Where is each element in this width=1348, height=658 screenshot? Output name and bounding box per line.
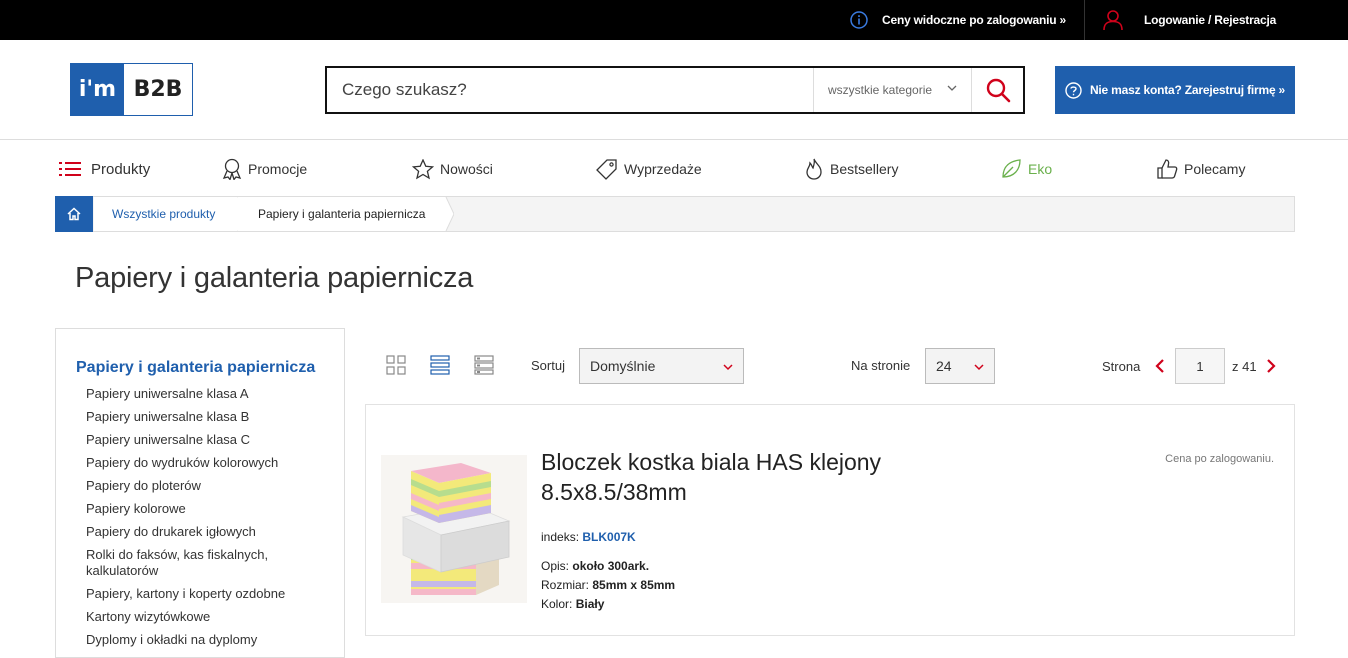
breadcrumb-home[interactable]	[55, 196, 93, 232]
nav-polecamy[interactable]: Polecamy	[1156, 150, 1245, 188]
page-label: Strona	[1102, 359, 1141, 374]
rozmiar-label: Rozmiar:	[541, 578, 590, 592]
sort-label: Sortuj	[531, 358, 565, 373]
logo-right: B2B	[133, 77, 183, 102]
chevron-down-icon	[723, 364, 733, 371]
leaf-icon	[1002, 159, 1021, 178]
login-register-link[interactable]: Logowanie / Rejestracja	[1102, 0, 1276, 40]
product-title[interactable]: Bloczek kostka biala HAS klejony 8.5x8.5…	[541, 447, 961, 507]
listing-toolbar: Sortuj Domyślnie Na stronie 24 Strona 1 …	[365, 348, 1295, 384]
index-code[interactable]: BLK007K	[582, 530, 635, 544]
opis-label: Opis:	[541, 559, 570, 573]
per-page-select[interactable]: 24	[925, 348, 995, 384]
category-select[interactable]: wszystkie kategorie	[813, 68, 971, 112]
thumbs-up-icon	[1157, 159, 1178, 179]
search-button[interactable]	[971, 68, 1023, 112]
breadcrumb-separator	[440, 197, 454, 231]
detail-list-view-icon[interactable]	[474, 355, 494, 375]
nav-nowosci[interactable]: Nowości	[412, 150, 493, 188]
product-rozmiar: Rozmiar: 85mm x 85mm	[541, 578, 675, 592]
sidebar-heading[interactable]: Papiery i galanteria papiernicza	[76, 359, 315, 377]
prices-note-text: Ceny widoczne po zalogowaniu »	[882, 13, 1067, 27]
kolor-label: Kolor:	[541, 597, 573, 611]
sort-select[interactable]: Domyślnie	[579, 348, 744, 384]
sidebar-list: Papiery uniwersalne klasa A Papiery uniw…	[86, 386, 326, 655]
category-select-value: wszystkie kategorie	[828, 83, 933, 97]
sidebar-item[interactable]: Kartony wizytówkowe	[86, 609, 326, 625]
nav-bestsellery[interactable]: Bestsellery	[804, 150, 898, 188]
sidebar-item[interactable]: Papiery uniwersalne klasa C	[86, 432, 326, 448]
rozmiar-value: 85mm x 85mm	[592, 578, 676, 592]
chevron-down-icon	[947, 85, 957, 91]
category-sidebar: Papiery i galanteria papiernicza Papiery…	[55, 328, 345, 658]
register-company-text: Nie masz konta? Zarejestruj firmę »	[1089, 83, 1286, 97]
sidebar-item[interactable]: Papiery, kartony i koperty ozdobne	[86, 586, 326, 602]
nav-wyprzedaze[interactable]: Wyprzedaże	[596, 150, 702, 188]
star-icon	[412, 158, 434, 179]
nav-eko-label: Eko	[1028, 161, 1053, 177]
page-title: Papiery i galanteria papiernicza	[75, 262, 474, 294]
breadcrumb-all-products[interactable]: Wszystkie produkty	[94, 197, 238, 231]
sidebar-item[interactable]: Papiery kolorowe	[86, 501, 326, 517]
price-note: Cena po zalogowaniu.	[1165, 453, 1274, 465]
register-company-button[interactable]: Nie masz konta? Zarejestruj firmę »	[1055, 66, 1295, 114]
logo[interactable]: i'm B2B	[70, 63, 193, 116]
search-icon	[986, 78, 1010, 103]
breadcrumb: Wszystkie produkty Papiery i galanteria …	[55, 196, 1295, 232]
question-icon	[1065, 81, 1082, 99]
logo-left: i'm	[71, 64, 124, 115]
main-nav: Produkty Promocje Nowości Wyprzedaże Bes…	[55, 150, 1295, 188]
prices-note-link[interactable]: Ceny widoczne po zalogowaniu »	[850, 0, 1066, 40]
nav-bestsellery-label: Bestsellery	[830, 161, 899, 177]
product-index: indeks: BLK007K	[541, 530, 636, 544]
next-page-icon[interactable]	[1264, 358, 1278, 374]
nav-polecamy-label: Polecamy	[1184, 161, 1246, 177]
index-label: indeks:	[541, 530, 580, 544]
page-number-value: 1	[1196, 358, 1204, 374]
sidebar-item[interactable]: Rolki do faksów, kas fiskalnych, kalkula…	[86, 547, 286, 579]
info-icon	[850, 11, 868, 29]
nav-eko[interactable]: Eko	[1000, 150, 1052, 188]
nav-produkty-label: Produkty	[91, 160, 151, 178]
product-card: Bloczek kostka biala HAS klejony 8.5x8.5…	[365, 404, 1295, 636]
per-page-label: Na stronie	[851, 358, 911, 373]
chevron-down-icon	[974, 364, 984, 371]
sidebar-item[interactable]: Papiery uniwersalne klasa B	[86, 409, 326, 425]
list-menu-icon	[59, 162, 81, 176]
product-kolor: Kolor: Biały	[541, 597, 604, 611]
opis-value: około 300ark.	[572, 559, 650, 573]
sort-select-value: Domyślnie	[590, 358, 656, 374]
nav-promocje-label: Promocje	[248, 161, 308, 177]
grid-view-icon[interactable]	[386, 355, 406, 375]
tag-icon	[596, 159, 617, 180]
top-bar: Ceny widoczne po zalogowaniu » Logowanie…	[0, 0, 1348, 40]
product-opis: Opis: około 300ark.	[541, 559, 649, 573]
sidebar-item[interactable]: Papiery do wydruków kolorowych	[86, 455, 326, 471]
sidebar-item[interactable]: Papiery do ploterów	[86, 478, 326, 494]
user-icon	[1103, 10, 1123, 31]
award-icon	[222, 158, 242, 180]
search-input[interactable]	[327, 68, 813, 112]
kolor-value: Biały	[575, 597, 605, 611]
sidebar-item[interactable]: Papiery uniwersalne klasa A	[86, 386, 326, 402]
per-page-select-value: 24	[936, 358, 952, 374]
home-icon	[67, 207, 81, 221]
list-view-icon[interactable]	[430, 355, 450, 375]
flame-icon	[806, 158, 822, 180]
nav-promocje[interactable]: Promocje	[222, 150, 307, 188]
nav-wyprzedaze-label: Wyprzedaże	[624, 161, 702, 177]
product-image[interactable]	[381, 455, 527, 603]
page-total-label: z 41	[1232, 359, 1257, 374]
search-bar: wszystkie kategorie	[325, 66, 1025, 114]
nav-produkty[interactable]: Produkty	[59, 150, 150, 188]
header: i'm B2B wszystkie kategorie Nie masz kon…	[0, 40, 1348, 140]
nav-nowosci-label: Nowości	[440, 161, 493, 177]
prev-page-icon[interactable]	[1153, 358, 1167, 374]
login-register-text: Logowanie / Rejestracja	[1144, 13, 1277, 27]
page-number-input[interactable]: 1	[1175, 348, 1225, 384]
sidebar-item[interactable]: Papiery do drukarek igłowych	[86, 524, 326, 540]
sidebar-item[interactable]: Dyplomy i okładki na dyplomy	[86, 632, 326, 648]
topbar-divider	[1084, 0, 1085, 40]
breadcrumb-current: Papiery i galanteria papiernicza	[238, 197, 446, 231]
